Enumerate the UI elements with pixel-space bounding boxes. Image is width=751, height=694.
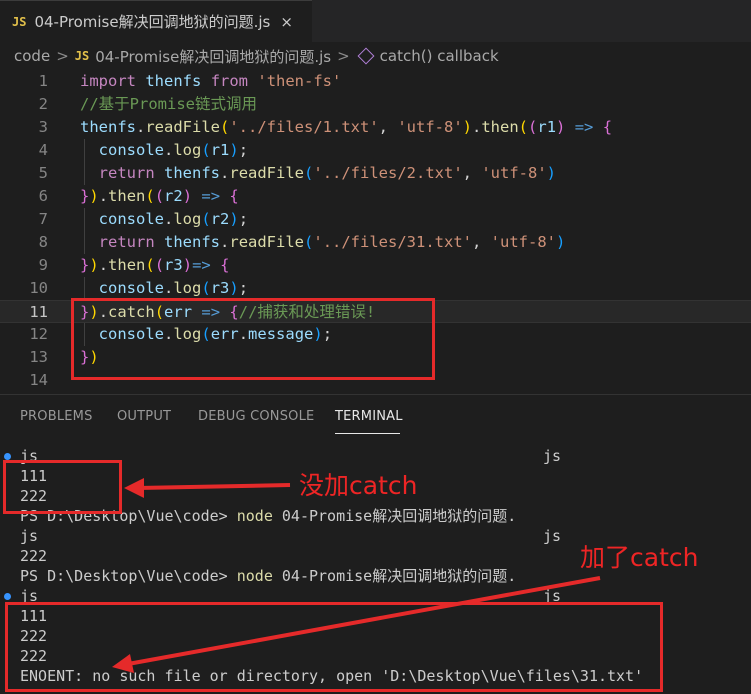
annotation-arrows <box>112 478 601 673</box>
arrowhead-without-catch <box>124 478 144 498</box>
arrow-with-catch <box>127 576 601 666</box>
arrow-without-catch <box>137 483 291 490</box>
arrowhead-with-catch <box>112 654 134 673</box>
